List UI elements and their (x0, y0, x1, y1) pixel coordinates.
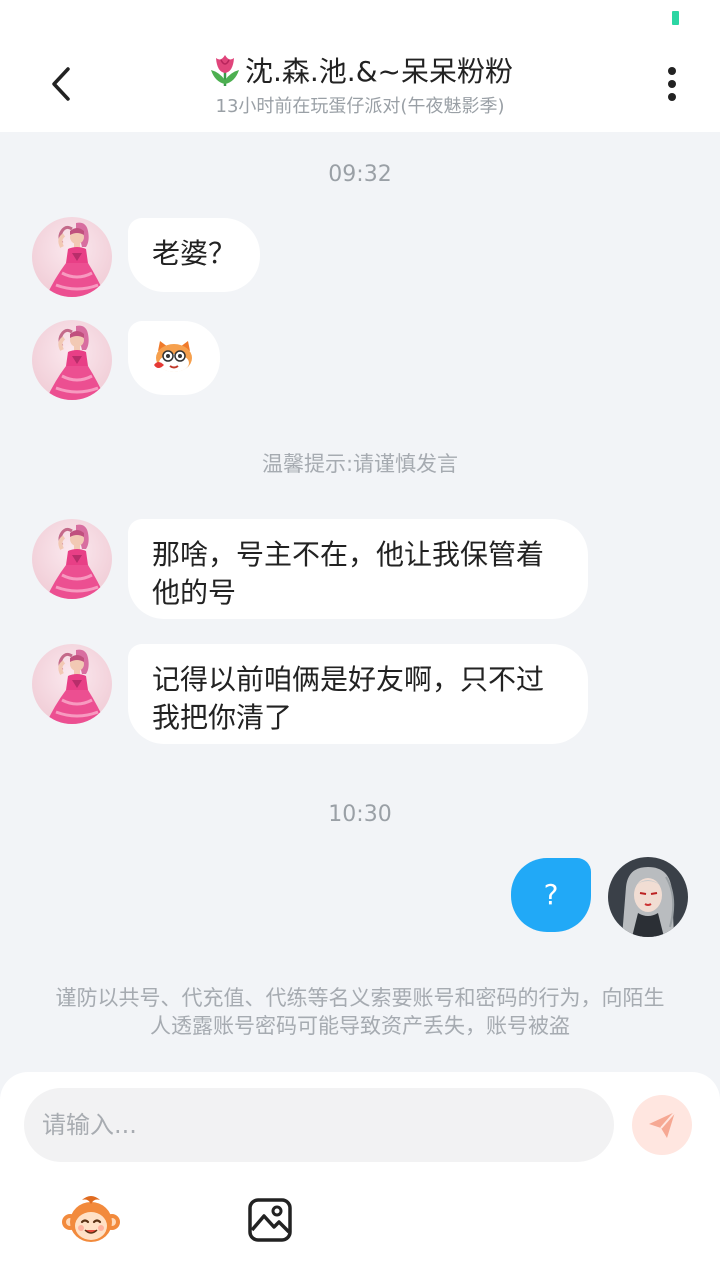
battery-icon (672, 11, 679, 25)
emoji-button[interactable] (60, 1190, 122, 1252)
my-avatar[interactable] (608, 857, 688, 937)
chevron-left-icon (52, 67, 70, 101)
chat-header: 沈.森.池.&~呆呆粉粉 13小时前在玩蛋仔派对(午夜魅影季) (0, 40, 720, 132)
avatar-image (32, 320, 112, 400)
avatar-image (32, 217, 112, 297)
contact-avatar[interactable] (32, 217, 112, 297)
avatar-image (32, 644, 112, 724)
contact-avatar[interactable] (32, 519, 112, 599)
paper-plane-icon (649, 1111, 676, 1138)
image-button[interactable] (246, 1196, 294, 1244)
message-input[interactable] (24, 1088, 614, 1162)
monkey-emoji-icon (62, 1196, 120, 1242)
safety-notice: 温馨提示:请谨慎发言 (261, 452, 459, 476)
avatar-image (32, 519, 112, 599)
message-bubble[interactable]: 那啥，号主不在，他让我保管着他的号 (128, 519, 588, 619)
timestamp: 09:32 (328, 162, 392, 187)
message-bubble[interactable]: 老婆？ (128, 218, 261, 292)
avatar-image (608, 857, 688, 937)
contact-avatar[interactable] (32, 644, 112, 724)
page-title: 沈.森.池.&~呆呆粉粉 (245, 55, 513, 88)
timestamp: 10:30 (328, 802, 392, 827)
status-bar (0, 0, 720, 40)
tulip-icon (211, 55, 239, 86)
more-vertical-icon (668, 67, 676, 101)
title-area[interactable]: 沈.森.池.&~呆呆粉粉 13小时前在玩蛋仔派对(午夜魅影季) (140, 50, 580, 118)
message-bubble[interactable]: 记得以前咱俩是好友啊，只不过我把你清了 (128, 644, 588, 744)
online-status: 13小时前在玩蛋仔派对(午夜魅影季) (215, 96, 505, 117)
my-message-bubble[interactable]: ? (511, 858, 591, 932)
contact-avatar[interactable] (32, 320, 112, 400)
input-panel (0, 1072, 720, 1280)
image-icon (248, 1198, 292, 1242)
blushing-cat-sticker-icon (154, 341, 192, 372)
back-button[interactable] (40, 62, 84, 106)
sticker-bubble[interactable] (128, 321, 220, 395)
chat-area[interactable]: 09:32 老婆？ 温馨提示:请谨慎发言 那啥，号主不在，他让我保管着他的号 记… (0, 132, 720, 1072)
more-button[interactable] (650, 62, 694, 106)
security-warning: 谨防以共号、代充值、代练等名义索要账号和密码的行为，向陌生人透露账号密码可能导致… (55, 986, 665, 1038)
send-button[interactable] (632, 1095, 692, 1155)
